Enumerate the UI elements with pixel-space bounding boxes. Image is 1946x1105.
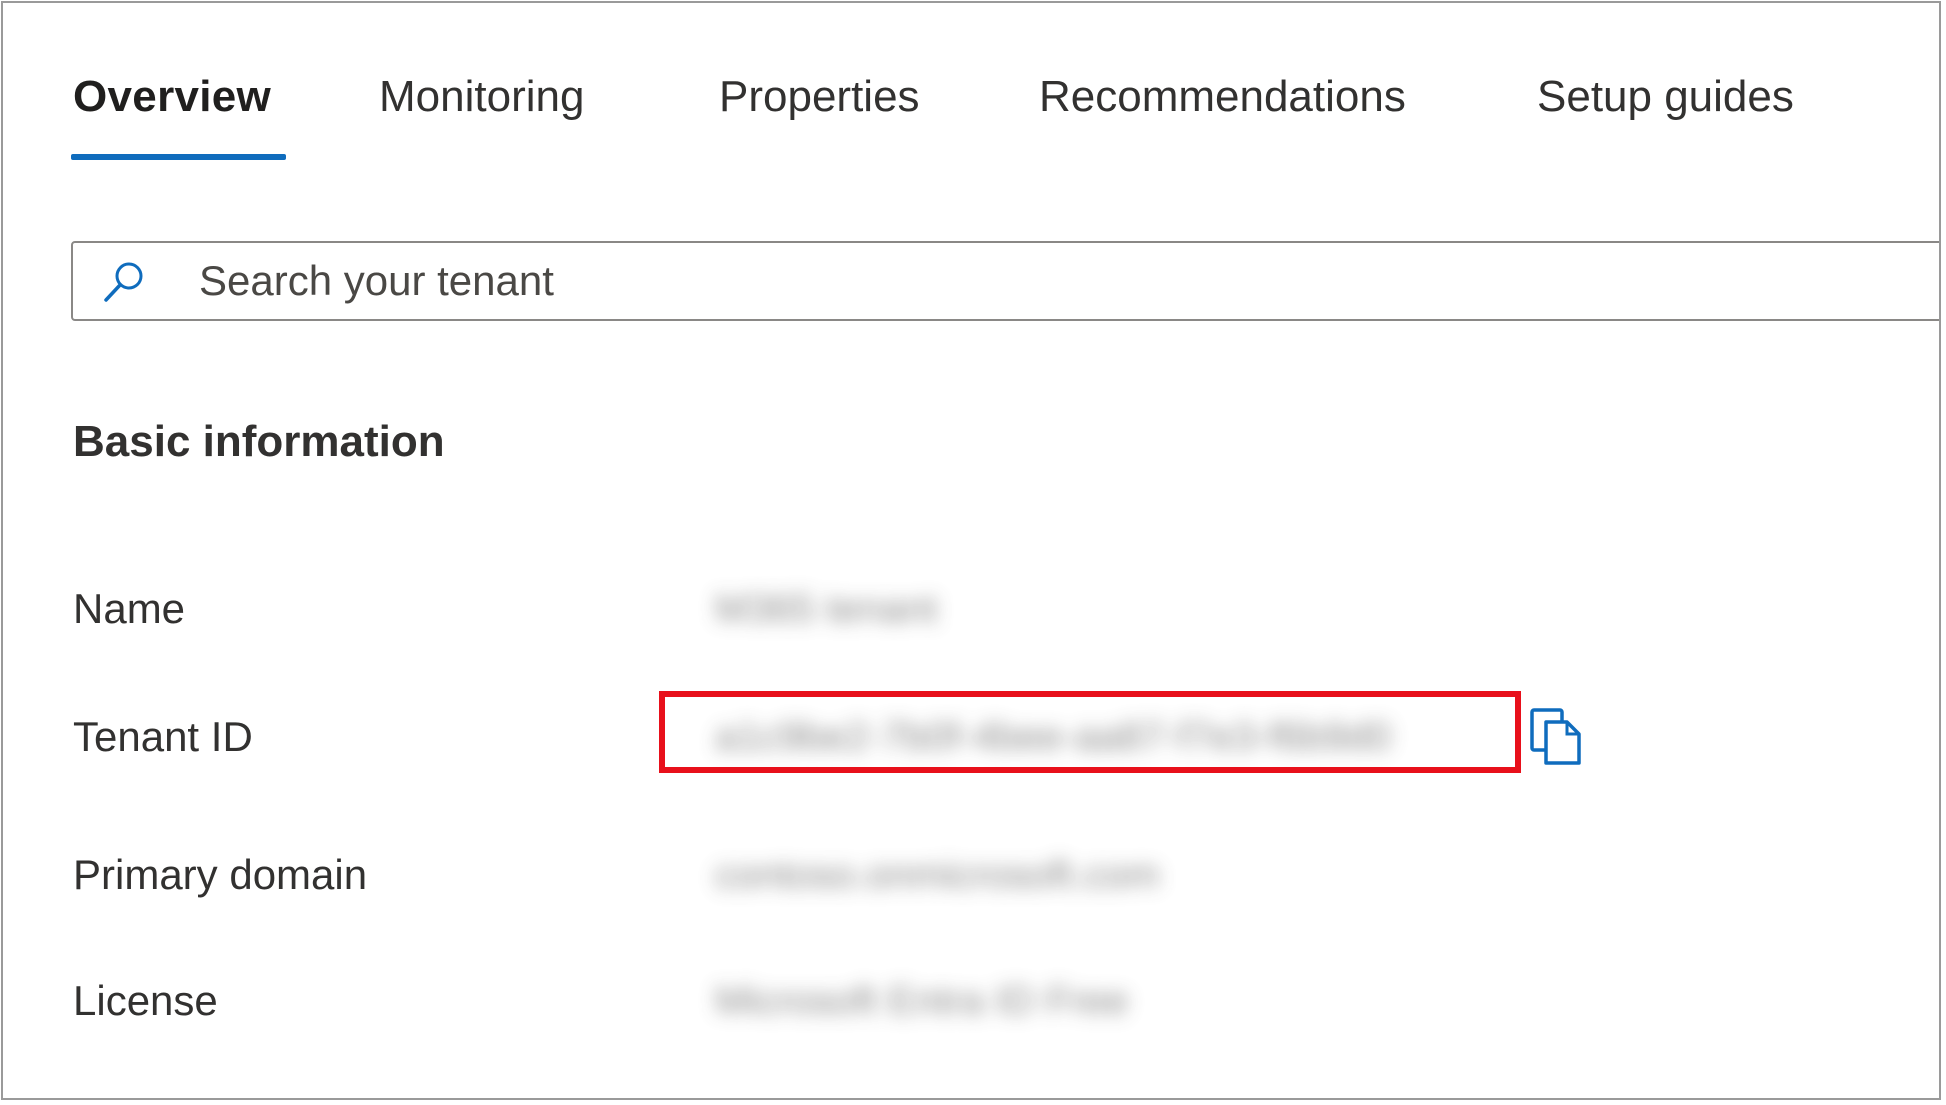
primary-domain-value: contoso.onmicrosoft.com bbox=[715, 853, 1160, 897]
section-title-basic-information: Basic information bbox=[73, 417, 445, 466]
search-icon bbox=[104, 262, 143, 302]
tab-monitoring[interactable]: Monitoring bbox=[379, 71, 584, 123]
tab-recommendations[interactable]: Recommendations bbox=[1039, 71, 1406, 123]
name-value: M365 tenant bbox=[715, 587, 938, 631]
search-box[interactable] bbox=[71, 241, 1939, 321]
license-label: License bbox=[73, 977, 218, 1024]
primary-domain-label: Primary domain bbox=[73, 851, 368, 898]
tab-setup-guides[interactable]: Setup guides bbox=[1537, 71, 1794, 123]
name-label: Name bbox=[73, 585, 186, 632]
search-input[interactable] bbox=[199, 251, 1899, 311]
tab-bar: Overview Monitoring Properties Recommend… bbox=[3, 3, 1939, 173]
active-tab-indicator bbox=[71, 154, 286, 160]
tab-properties[interactable]: Properties bbox=[719, 71, 920, 123]
tenant-overview-panel: Overview Monitoring Properties Recommend… bbox=[1, 1, 1941, 1100]
tenant-id-highlight-box bbox=[659, 691, 1521, 773]
license-value: Microsoft Entra ID Free bbox=[715, 979, 1129, 1023]
tenant-id-label: Tenant ID bbox=[73, 713, 253, 760]
tab-overview[interactable]: Overview bbox=[73, 71, 271, 123]
copy-icon[interactable] bbox=[1529, 707, 1583, 767]
